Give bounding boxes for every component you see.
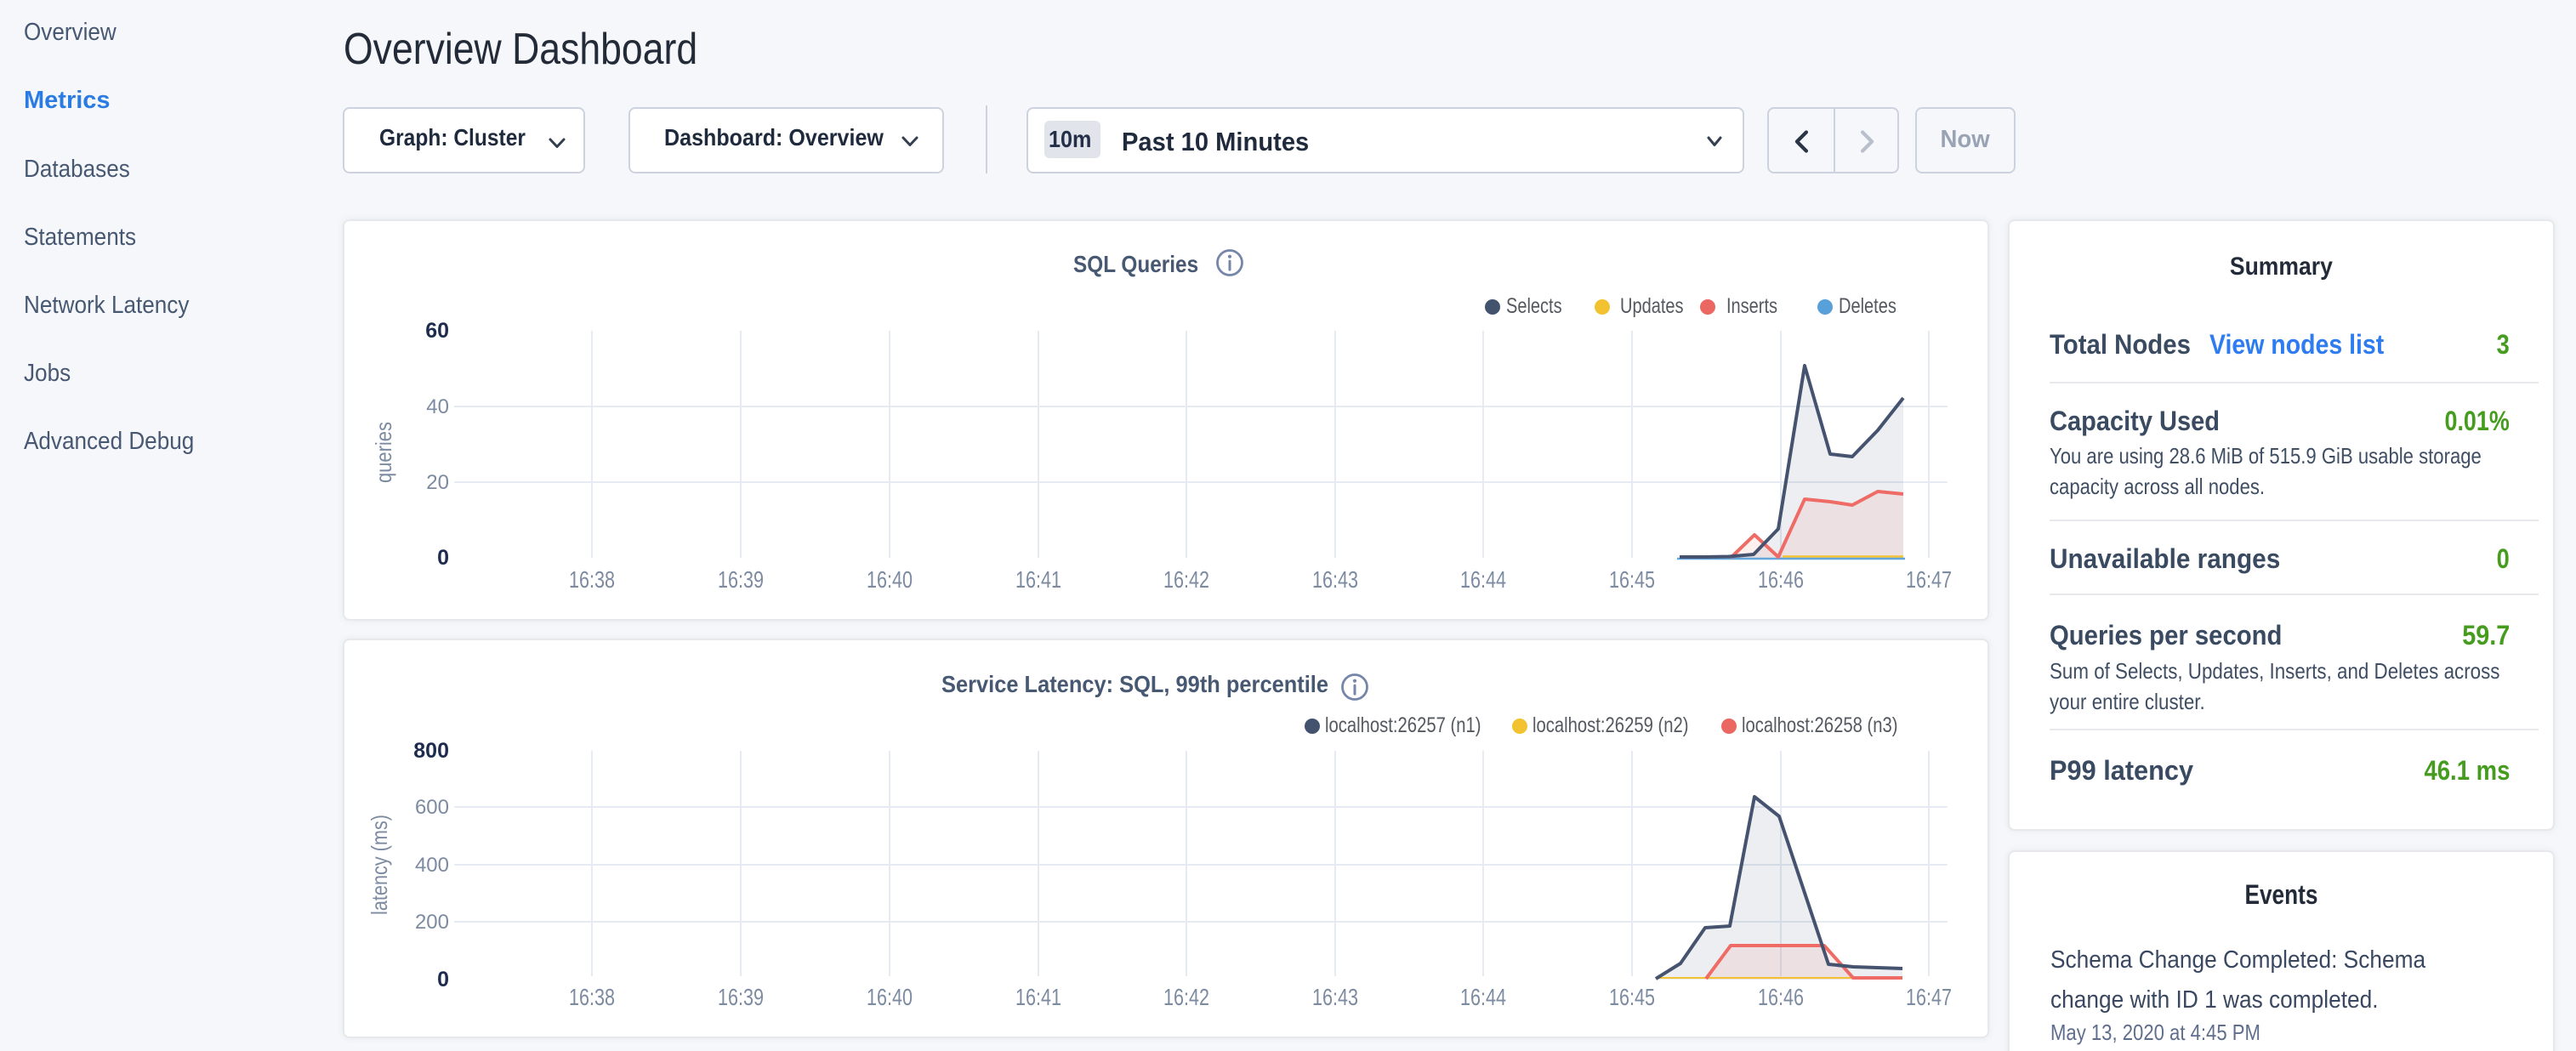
svg-text:0: 0	[437, 968, 449, 991]
svg-text:16:40: 16:40	[867, 566, 913, 593]
svg-text:16:42: 16:42	[1163, 566, 1209, 593]
svg-text:16:44: 16:44	[1460, 566, 1506, 593]
svg-text:16:39: 16:39	[718, 566, 764, 593]
svg-text:latency (ms): latency (ms)	[367, 815, 392, 915]
svg-text:16:45: 16:45	[1609, 984, 1655, 1010]
svg-text:queries: queries	[371, 422, 396, 483]
svg-text:16:45: 16:45	[1609, 566, 1655, 593]
svg-text:16:38: 16:38	[569, 566, 615, 593]
svg-text:20: 20	[426, 471, 449, 494]
svg-text:60: 60	[425, 319, 449, 343]
svg-text:40: 40	[426, 395, 449, 418]
svg-text:16:47: 16:47	[1906, 566, 1952, 593]
svg-text:200: 200	[415, 911, 449, 934]
svg-text:16:41: 16:41	[1015, 566, 1061, 593]
svg-text:0: 0	[437, 546, 449, 570]
svg-text:16:41: 16:41	[1015, 984, 1061, 1010]
svg-text:400: 400	[415, 854, 449, 877]
svg-text:16:38: 16:38	[569, 984, 615, 1010]
svg-text:16:43: 16:43	[1312, 566, 1358, 593]
svg-text:16:40: 16:40	[867, 984, 913, 1010]
svg-text:16:46: 16:46	[1758, 984, 1804, 1010]
svg-text:16:43: 16:43	[1312, 984, 1358, 1010]
svg-text:16:39: 16:39	[718, 984, 764, 1010]
svg-text:16:47: 16:47	[1906, 984, 1952, 1010]
svg-text:800: 800	[413, 739, 449, 763]
svg-text:16:42: 16:42	[1163, 984, 1209, 1010]
svg-text:16:46: 16:46	[1758, 566, 1804, 593]
svg-text:600: 600	[415, 796, 449, 819]
svg-text:16:44: 16:44	[1460, 984, 1506, 1010]
